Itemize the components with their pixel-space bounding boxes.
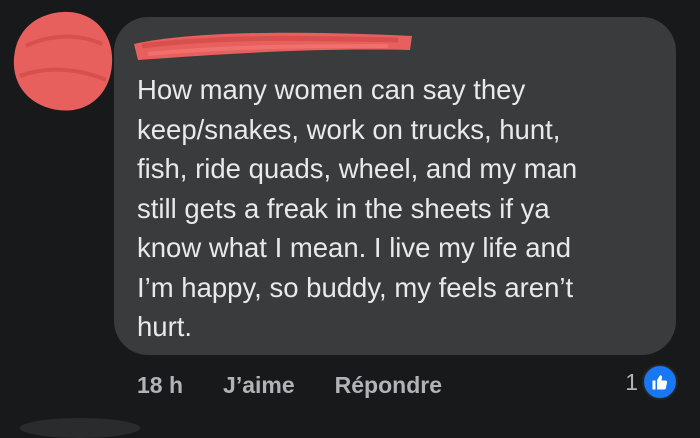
comment-actions: 18 h J’aime Répondre	[137, 368, 442, 402]
comment-text: How many women can say they keep/snakes,…	[137, 74, 578, 342]
reaction-count: 1	[625, 368, 638, 395]
redaction-scribble-avatar	[13, 11, 113, 111]
comment-timestamp[interactable]: 18 h	[137, 372, 183, 399]
reply-button[interactable]: Répondre	[335, 372, 442, 399]
like-button[interactable]: J’aime	[223, 372, 295, 399]
thumbs-up-icon	[642, 364, 678, 400]
reaction-summary[interactable]: 1	[625, 364, 678, 400]
redaction-scribble-name	[134, 32, 412, 60]
avatar-redacted[interactable]	[6, 6, 118, 118]
author-name-redacted[interactable]	[128, 26, 418, 66]
next-comment-edge	[20, 418, 140, 438]
